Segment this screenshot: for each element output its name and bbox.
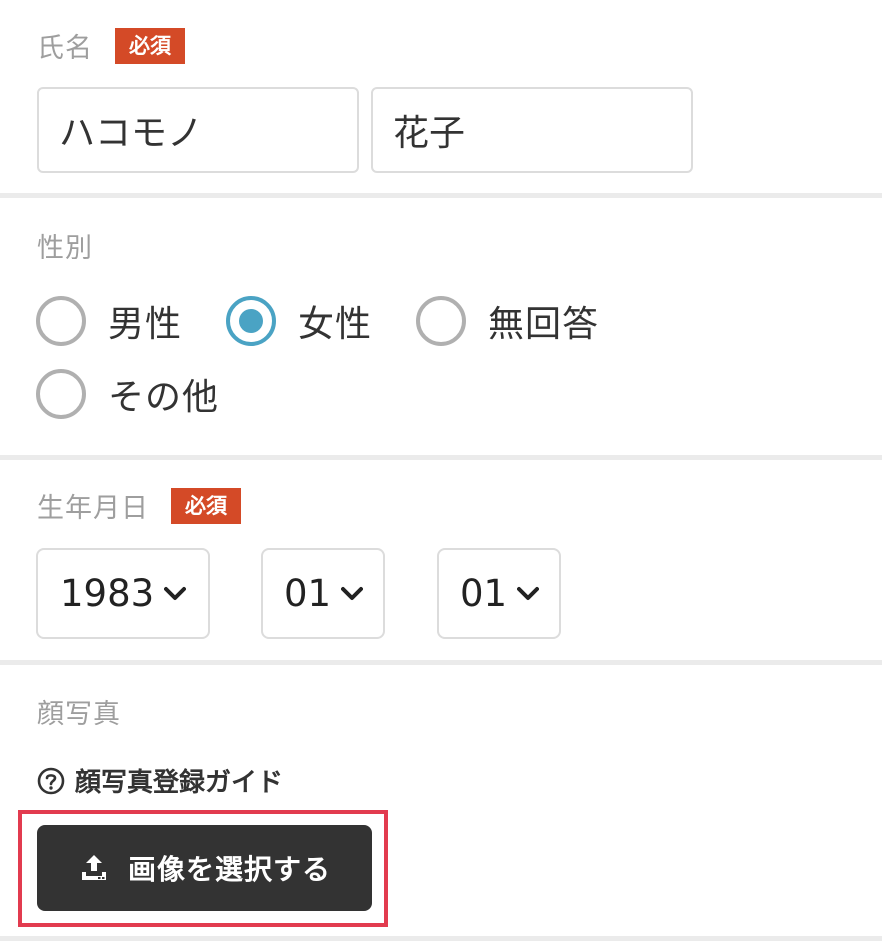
chevron-down-icon	[341, 586, 364, 600]
last-name-value: ハコモノ	[59, 113, 204, 154]
chevron-down-icon	[164, 586, 187, 600]
select-image-label: 画像を選択する	[127, 853, 331, 886]
radio-circle-female[interactable]	[226, 296, 276, 346]
name-label: 氏名	[37, 33, 93, 64]
radio-circle-no-answer[interactable]	[416, 296, 466, 346]
radio-circle-male[interactable]	[36, 296, 86, 346]
gender-label: 性別	[37, 233, 93, 264]
chevron-down-icon	[517, 586, 540, 600]
radio-label-female: 女性	[298, 304, 373, 345]
photo-guide-link[interactable]: 顔写真登録ガイド	[37, 762, 283, 799]
photo-label-row: 顔写真	[37, 692, 121, 731]
radio-male[interactable]: 男性	[36, 295, 182, 347]
radio-other[interactable]: その他	[36, 368, 219, 420]
first-name-field[interactable]: 花子	[371, 87, 693, 173]
month-value: 01	[284, 572, 332, 615]
divider	[0, 660, 882, 665]
birthday-label: 生年月日	[37, 493, 149, 524]
gender-label-row: 性別	[37, 226, 93, 265]
name-label-row: 氏名 必須	[37, 26, 185, 65]
day-value: 01	[460, 572, 508, 615]
radio-label-male: 男性	[108, 304, 183, 345]
divider	[0, 936, 882, 941]
photo-label: 顔写真	[37, 699, 121, 730]
radio-circle-other[interactable]	[36, 369, 86, 419]
gender-section: 性別 男性 女性 無回答 その他	[0, 198, 882, 455]
required-badge: 必須	[115, 27, 185, 64]
name-section: 氏名 必須 ハコモノ 花子	[0, 0, 882, 193]
radio-female[interactable]: 女性	[226, 295, 372, 347]
month-select[interactable]: 01	[261, 548, 385, 639]
select-image-button[interactable]: 画像を選択する	[37, 825, 372, 911]
birthday-label-row: 生年月日 必須	[37, 486, 241, 525]
radio-label-other: その他	[108, 377, 220, 418]
radio-no-answer[interactable]: 無回答	[416, 295, 599, 347]
upload-icon	[81, 855, 106, 880]
first-name-value: 花子	[393, 113, 466, 154]
help-icon	[37, 767, 65, 794]
year-value: 1983	[60, 572, 155, 615]
required-badge: 必須	[171, 487, 241, 524]
year-select[interactable]: 1983	[36, 548, 210, 639]
guide-link-text: 顔写真登録ガイド	[75, 768, 284, 798]
last-name-field[interactable]: ハコモノ	[37, 87, 359, 173]
radio-label-no-answer: 無回答	[488, 304, 600, 345]
day-select[interactable]: 01	[437, 548, 561, 639]
